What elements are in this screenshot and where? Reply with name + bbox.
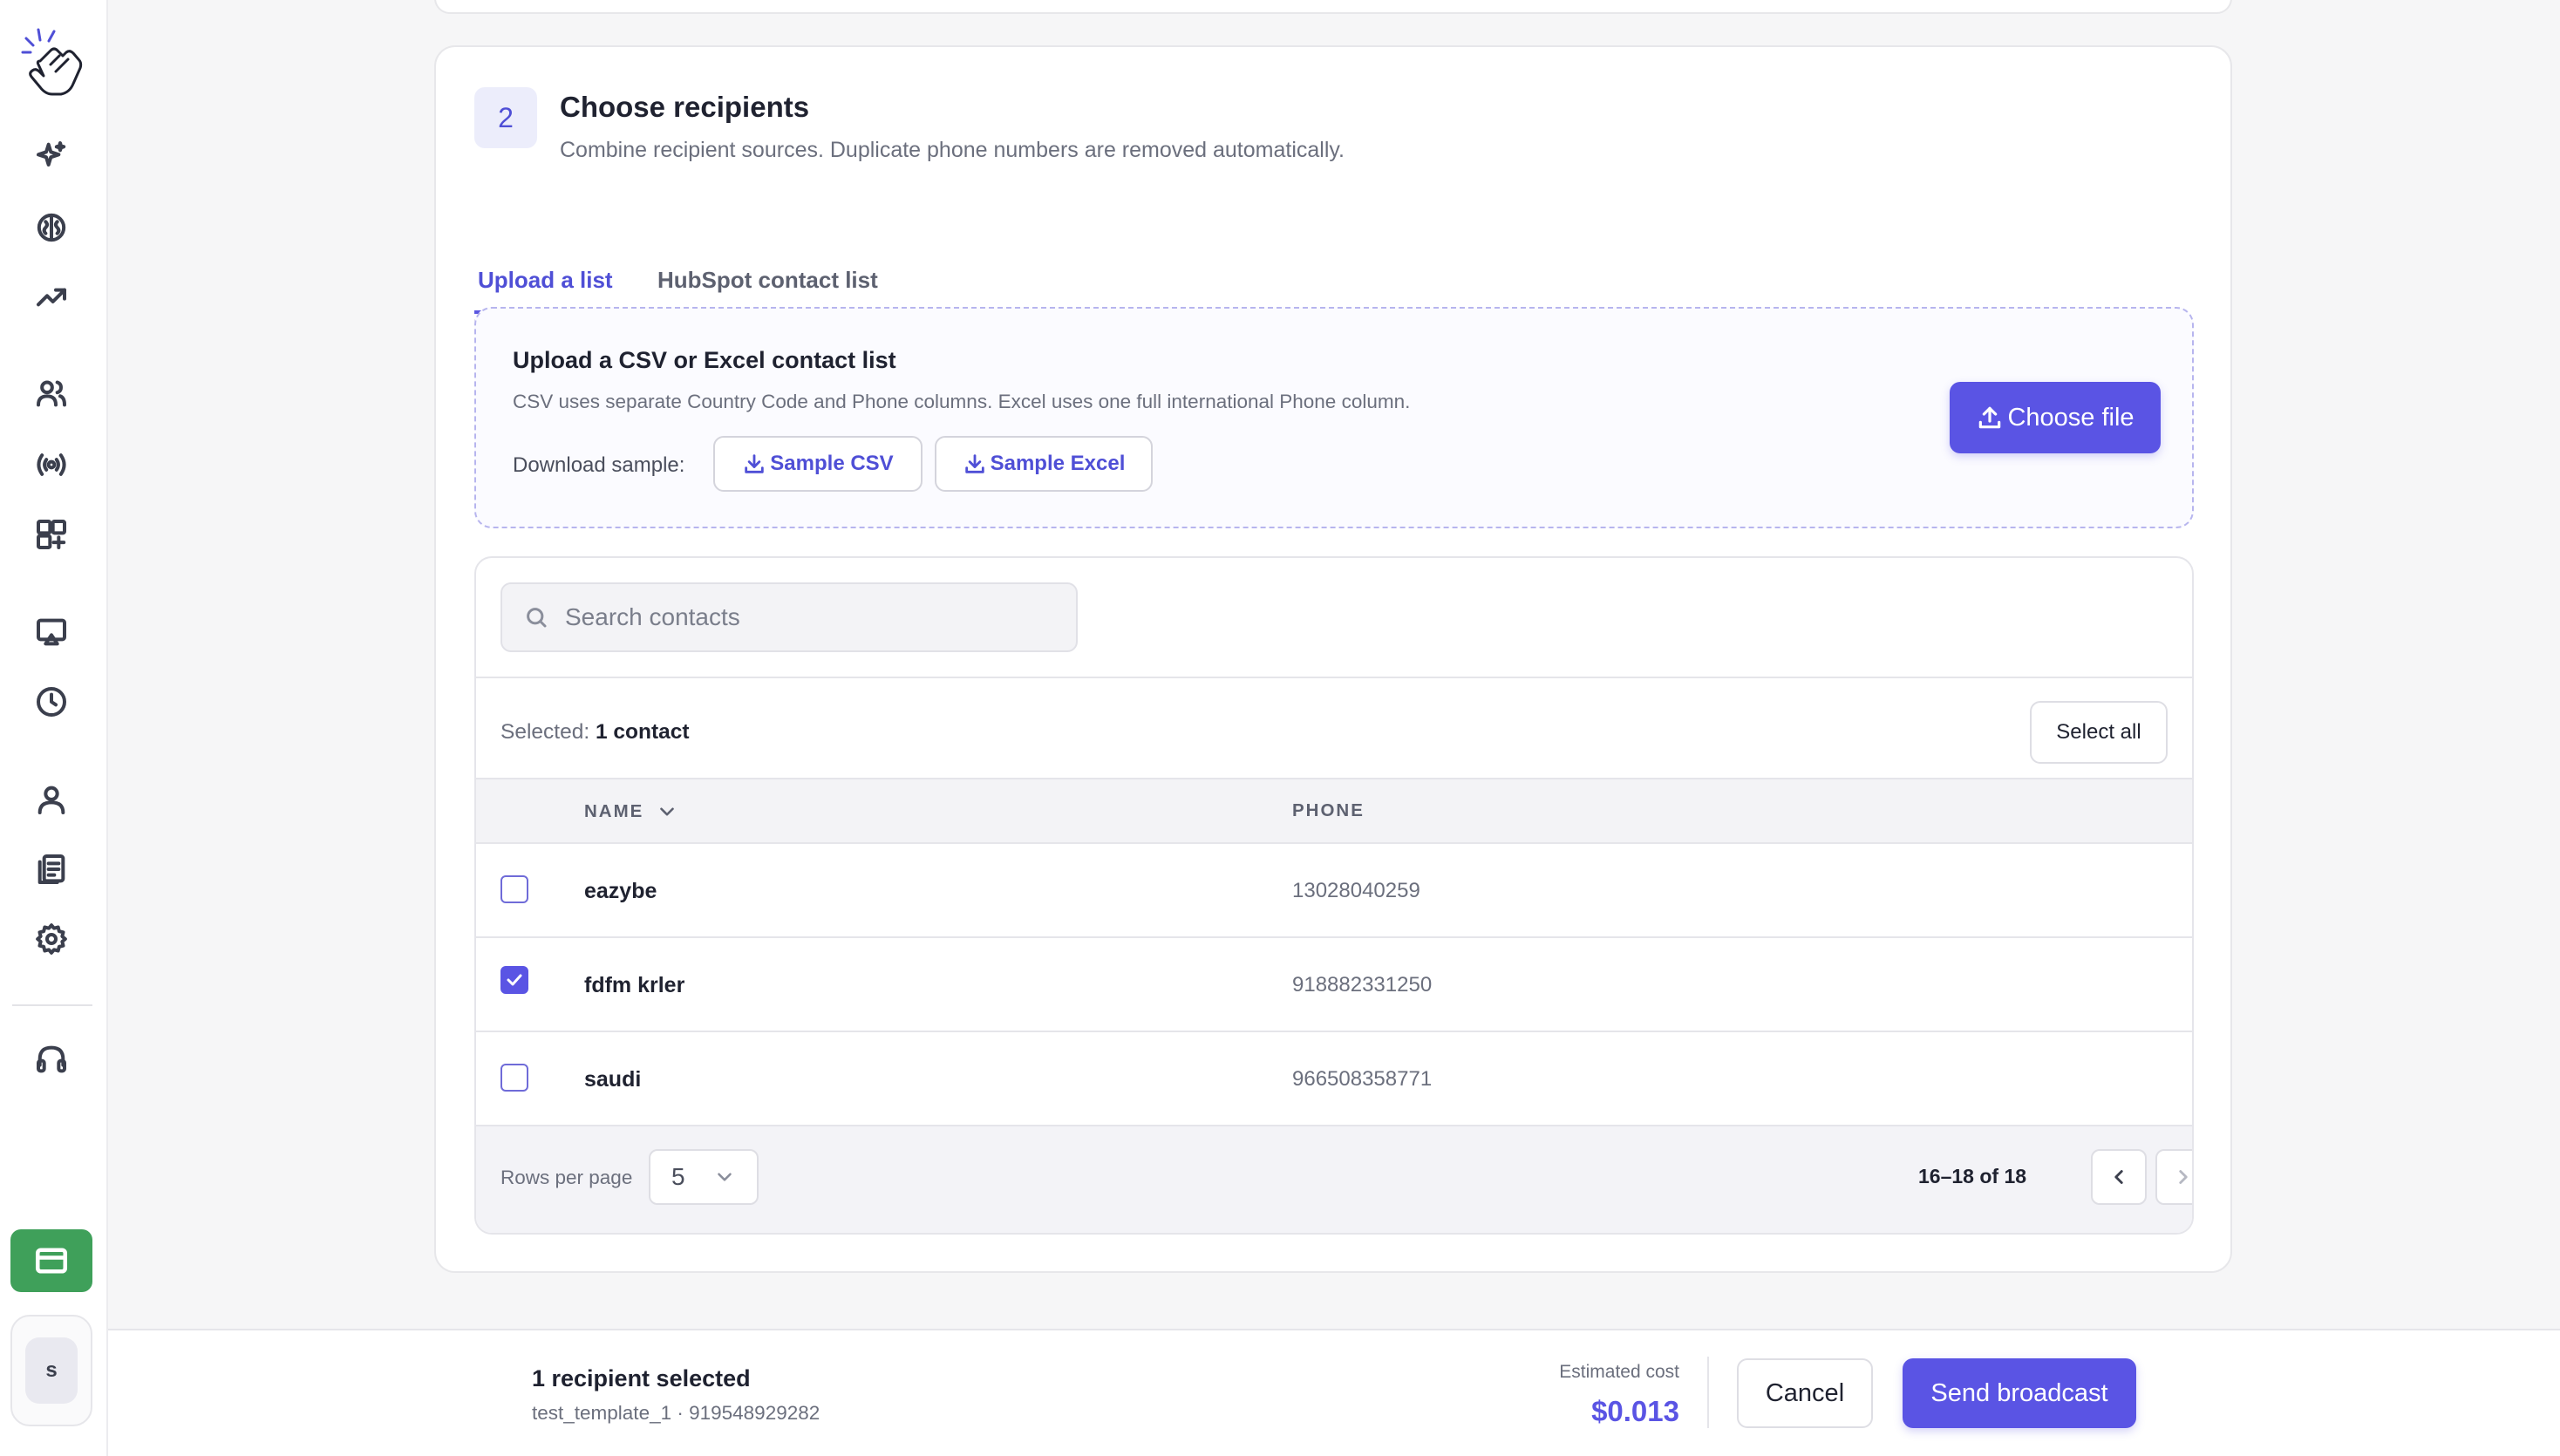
tap-hand-icon[interactable] [19, 26, 85, 101]
next-page-button[interactable] [2155, 1149, 2192, 1205]
tab-upload-list[interactable]: Upload a list [474, 267, 618, 314]
monitor-icon[interactable] [26, 607, 77, 657]
chevron-left-icon [2114, 1170, 2123, 1184]
pagination-range: 16–18 of 18 [1918, 1165, 2027, 1187]
broadcast-icon[interactable] [26, 439, 77, 490]
broadcast-footer: 1 recipient selected test_template_1 · 9… [108, 1329, 2560, 1456]
upload-title: Upload a CSV or Excel contact list [513, 347, 896, 373]
users-icon[interactable] [26, 368, 77, 418]
step-number-badge: 2 [474, 87, 537, 148]
selected-label: Selected: [500, 720, 590, 744]
chevron-right-icon [2179, 1170, 2188, 1184]
choose-file-label: Choose file [2007, 403, 2134, 432]
rows-per-page-select[interactable]: 5 [649, 1149, 759, 1205]
select-all-button[interactable]: Select all [2030, 701, 2168, 764]
column-header-name-label: NAME [584, 801, 644, 821]
sample-excel-button[interactable]: Sample Excel [935, 436, 1153, 492]
clock-icon[interactable] [26, 677, 77, 727]
cancel-button[interactable]: Cancel [1737, 1358, 1873, 1428]
row-checkbox[interactable] [500, 966, 528, 994]
search-icon [527, 608, 547, 628]
documents-icon[interactable] [26, 844, 77, 895]
selected-summary: Selected: 1 contact [500, 720, 690, 745]
sample-csv-button[interactable]: Sample CSV [713, 436, 923, 492]
previous-step-card [434, 0, 2232, 14]
brain-icon[interactable] [26, 202, 77, 253]
download-icon [745, 454, 765, 473]
rows-per-page-label: Rows per page [500, 1167, 633, 1188]
selected-count: 1 contact [595, 720, 690, 744]
upload-dropzone[interactable]: Upload a CSV or Excel contact list CSV u… [474, 307, 2194, 528]
column-header-name[interactable]: NAME [584, 800, 678, 823]
previous-page-button[interactable] [2091, 1149, 2147, 1205]
choose-file-button[interactable]: Choose file [1950, 382, 2161, 453]
contacts-panel: Selected: 1 contact Select all NAME PHON… [474, 556, 2194, 1235]
sample-csv-label: Sample CSV [770, 452, 894, 475]
row-checkbox[interactable] [500, 875, 528, 903]
sidebar-divider [12, 1004, 92, 1006]
footer-divider [1707, 1357, 1709, 1428]
upload-description: CSV uses separate Country Code and Phone… [513, 391, 1411, 412]
credit-card-icon [35, 1248, 68, 1274]
tab-hubspot-contact-list[interactable]: HubSpot contact list [657, 267, 878, 294]
billing-button[interactable] [10, 1229, 92, 1292]
grid-plus-icon[interactable] [26, 509, 77, 560]
check-icon [507, 974, 522, 986]
sparkles-icon[interactable] [26, 131, 77, 181]
estimated-cost-value: $0.013 [1591, 1395, 1679, 1427]
step-title: Choose recipients [560, 91, 810, 123]
download-sample-label: Download sample: [513, 453, 685, 477]
account-menu[interactable]: s [10, 1315, 92, 1426]
step-subtitle: Combine recipient sources. Duplicate pho… [560, 138, 1345, 162]
search-input[interactable] [565, 603, 1053, 631]
user-icon[interactable] [26, 774, 77, 825]
sample-excel-label: Sample Excel [990, 452, 1126, 475]
trending-up-icon[interactable] [26, 272, 77, 323]
table-row[interactable]: eazybe 13028040259 [476, 844, 2192, 938]
settings-icon[interactable] [26, 914, 77, 964]
rows-per-page-value: 5 [671, 1163, 685, 1190]
chevron-down-icon [718, 1173, 732, 1181]
pagination-bar: Rows per page 5 16–18 of 18 [476, 1126, 2192, 1233]
contact-name: eazybe [584, 879, 657, 903]
sidebar: s [0, 0, 108, 1456]
send-broadcast-button[interactable]: Send broadcast [1903, 1358, 2136, 1428]
table-row[interactable]: fdfm krler 918882331250 [476, 938, 2192, 1032]
row-checkbox[interactable] [500, 1064, 528, 1092]
choose-recipients-card: 2 Choose recipients Combine recipient so… [434, 45, 2232, 1273]
contact-phone: 13028040259 [1292, 879, 1420, 902]
search-field[interactable] [500, 582, 1078, 652]
avatar[interactable]: s [25, 1337, 78, 1404]
headset-icon[interactable] [26, 1034, 77, 1085]
contact-name: fdfm krler [584, 973, 685, 997]
contact-name: saudi [584, 1067, 642, 1092]
estimated-cost-label: Estimated cost [1559, 1362, 1679, 1382]
contact-phone: 966508358771 [1292, 1067, 1433, 1091]
column-header-phone: PHONE [1292, 800, 1365, 820]
download-icon [964, 454, 984, 473]
template-info: test_template_1 · 919548929282 [532, 1402, 820, 1424]
chevron-down-icon [660, 807, 675, 816]
recipient-summary: 1 recipient selected [532, 1365, 751, 1391]
recipient-source-tabs: Upload a list HubSpot contact list [474, 218, 2192, 321]
table-row[interactable]: saudi 966508358771 [476, 1032, 2192, 1126]
table-header: NAME PHONE [476, 778, 2192, 844]
divider [476, 677, 2192, 678]
upload-icon [1979, 406, 2001, 429]
contact-phone: 918882331250 [1292, 973, 1433, 997]
